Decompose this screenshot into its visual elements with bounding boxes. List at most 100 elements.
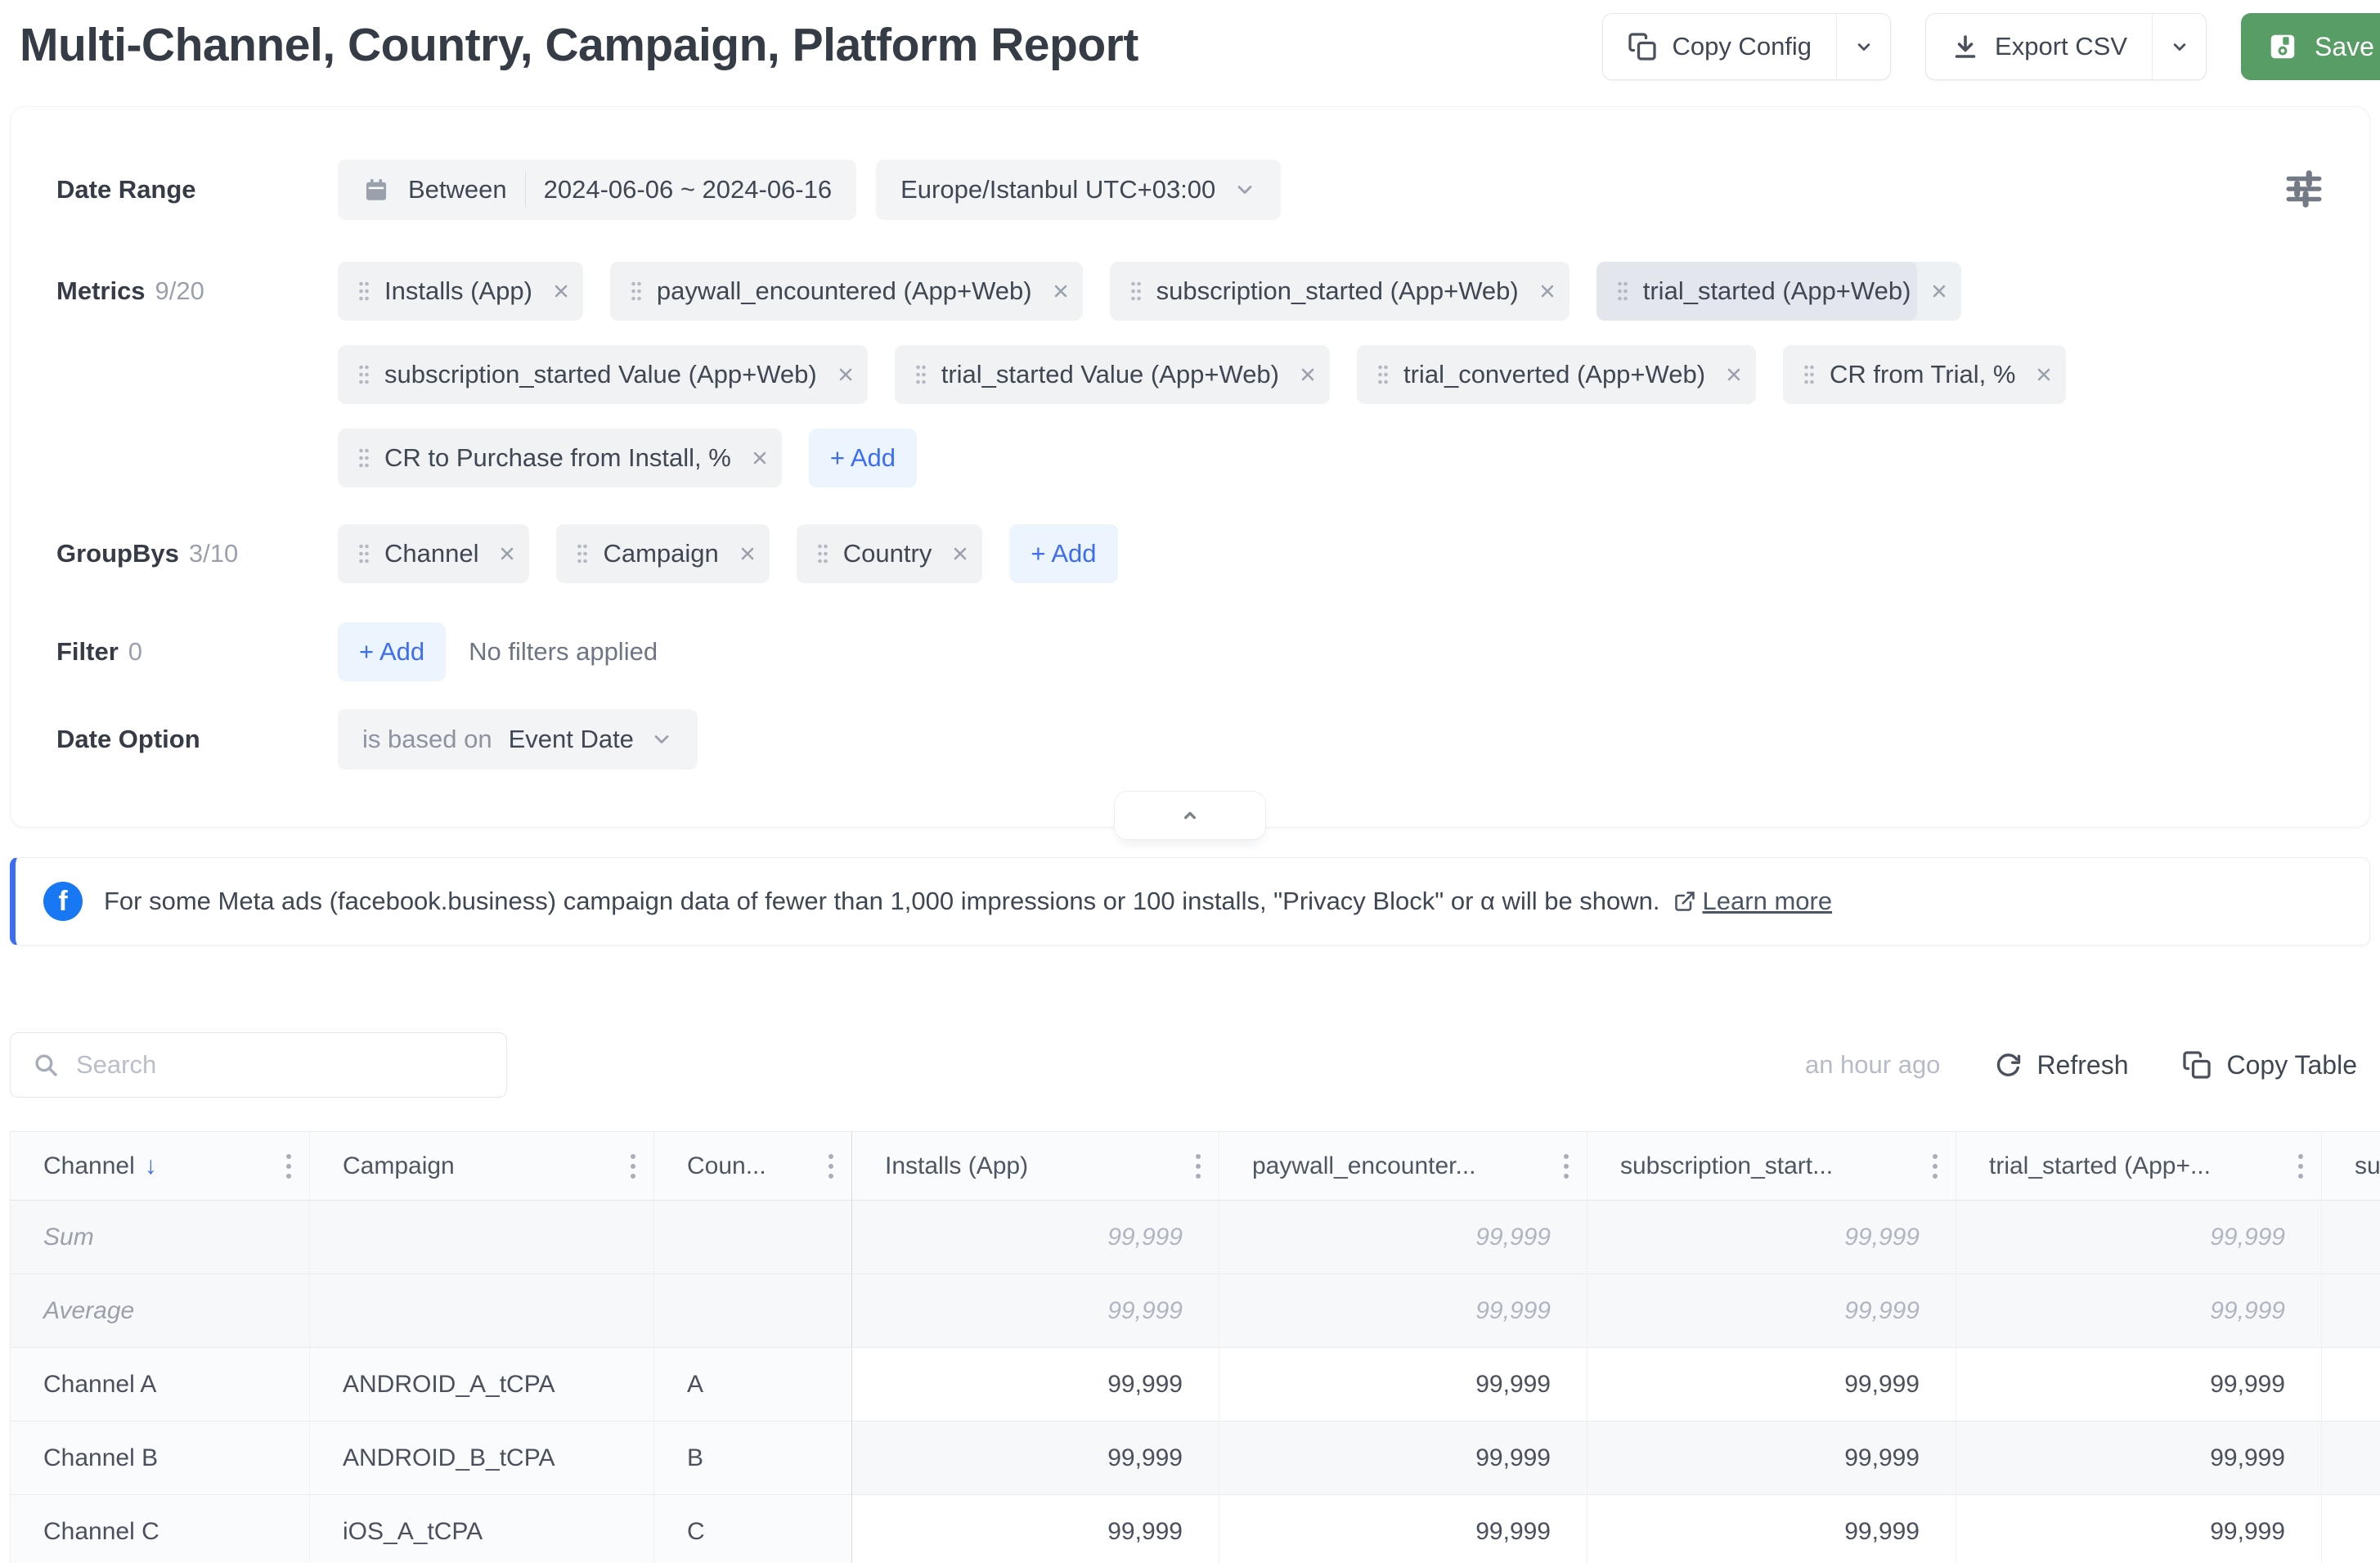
- column-header-channel[interactable]: Channel↓: [11, 1132, 310, 1201]
- groupby-add-button[interactable]: + Add: [1009, 524, 1117, 583]
- metrics-count: 9/20: [155, 276, 204, 305]
- drag-handle-icon[interactable]: [1803, 364, 1816, 385]
- metric-pill[interactable]: CR to Purchase from Install, %: [338, 429, 782, 487]
- metric-pill[interactable]: subscription_started Value (App+Web): [338, 345, 868, 404]
- cell-m3: 99,999: [1587, 1201, 1956, 1274]
- remove-icon[interactable]: [1917, 262, 1961, 321]
- drag-handle-icon[interactable]: [357, 447, 370, 469]
- remove-icon[interactable]: [485, 524, 529, 583]
- column-menu-icon[interactable]: [2297, 1152, 2305, 1181]
- table-toolbar: an hour ago Refresh Copy Table: [10, 1032, 2357, 1098]
- cell-m5: [2322, 1422, 2380, 1495]
- cell-channel: Sum: [11, 1201, 310, 1274]
- remove-icon[interactable]: [1712, 345, 1756, 404]
- column-menu-icon[interactable]: [1194, 1152, 1202, 1181]
- cell-country: B: [654, 1422, 852, 1495]
- metric-pill[interactable]: Installs (App): [338, 262, 583, 321]
- column-header-label: paywall_encounter...: [1252, 1152, 1476, 1180]
- remove-icon[interactable]: [2022, 345, 2066, 404]
- export-csv-button[interactable]: Export CSV: [1926, 14, 2152, 79]
- remove-icon[interactable]: [824, 345, 868, 404]
- groupby-pill-label: Country: [843, 539, 932, 568]
- column-header-campaign[interactable]: Campaign: [310, 1132, 654, 1201]
- copy-config-button[interactable]: Copy Config: [1603, 14, 1836, 79]
- chevron-down-icon: [2168, 35, 2191, 58]
- date-range-picker[interactable]: Between 2024-06-06 ~ 2024-06-16: [338, 159, 856, 220]
- cell-m1: 99,999: [852, 1274, 1219, 1348]
- column-menu-icon[interactable]: [1931, 1152, 1939, 1181]
- column-header-m2[interactable]: paywall_encounter...: [1219, 1132, 1587, 1201]
- save-button[interactable]: Save: [2241, 13, 2380, 80]
- drag-handle-icon[interactable]: [630, 281, 643, 302]
- filter-add-button[interactable]: + Add: [338, 622, 446, 681]
- chevron-down-icon: [1852, 35, 1875, 58]
- filter-label: Filter0: [56, 622, 142, 681]
- cell-m4: 99,999: [1956, 1495, 2322, 1563]
- date-option-label: Date Option: [56, 709, 200, 770]
- cell-m1: 99,999: [852, 1348, 1219, 1422]
- banner-text: For some Meta ads (facebook.business) ca…: [104, 887, 1660, 916]
- export-csv-dropdown[interactable]: [2152, 14, 2206, 79]
- toolbar-right: an hour ago Refresh Copy Table: [1805, 1032, 2357, 1098]
- cell-channel: Channel B: [11, 1422, 310, 1495]
- metric-pill[interactable]: trial_converted (App+Web): [1357, 345, 1756, 404]
- column-menu-icon[interactable]: [285, 1152, 293, 1181]
- timezone-value: Europe/Istanbul UTC+03:00: [900, 175, 1215, 204]
- cell-m3: 99,999: [1587, 1348, 1956, 1422]
- metric-pill[interactable]: CR from Trial, %: [1783, 345, 2066, 404]
- groupby-pill[interactable]: Campaign: [556, 524, 769, 583]
- groupby-pill[interactable]: Channel: [338, 524, 529, 583]
- metric-pill[interactable]: trial_started (App+Web): [1596, 262, 1962, 321]
- drag-handle-icon[interactable]: [816, 543, 829, 564]
- cell-channel: Channel C: [11, 1495, 310, 1563]
- remove-icon[interactable]: [725, 524, 770, 583]
- drag-handle-icon[interactable]: [914, 364, 927, 385]
- copy-config-split-button: Copy Config: [1602, 13, 1891, 80]
- metric-pill[interactable]: paywall_encountered (App+Web): [610, 262, 1083, 321]
- drag-handle-icon[interactable]: [576, 543, 589, 564]
- date-option-prefix: is based on: [362, 725, 492, 754]
- column-header-m5[interactable]: su: [2322, 1132, 2380, 1201]
- drag-handle-icon[interactable]: [357, 543, 370, 564]
- remove-icon[interactable]: [738, 429, 782, 487]
- column-menu-icon[interactable]: [629, 1152, 637, 1181]
- groupby-pill[interactable]: Country: [797, 524, 983, 583]
- view-settings-button[interactable]: [2281, 166, 2327, 212]
- remove-icon[interactable]: [539, 262, 583, 321]
- column-header-m4[interactable]: trial_started (App+...: [1956, 1132, 2322, 1201]
- cell-m2: 99,999: [1219, 1274, 1587, 1348]
- collapse-panel-button[interactable]: [1114, 791, 1266, 840]
- column-header-label: su: [2355, 1152, 2380, 1180]
- remove-icon[interactable]: [1525, 262, 1569, 321]
- remove-icon[interactable]: [1286, 345, 1330, 404]
- learn-more-link[interactable]: Learn more: [1673, 887, 1833, 916]
- column-menu-icon[interactable]: [1562, 1152, 1570, 1181]
- column-header-m3[interactable]: subscription_start...: [1587, 1132, 1956, 1201]
- column-header-m1[interactable]: Installs (App): [852, 1132, 1219, 1201]
- remove-icon[interactable]: [1039, 262, 1083, 321]
- timezone-select[interactable]: Europe/Istanbul UTC+03:00: [876, 159, 1281, 220]
- drag-handle-icon[interactable]: [1129, 281, 1143, 302]
- drag-handle-icon[interactable]: [1376, 364, 1390, 385]
- column-header-label: Coun...: [687, 1152, 766, 1180]
- date-option-select[interactable]: is based on Event Date: [338, 709, 698, 770]
- drag-handle-icon[interactable]: [1616, 281, 1629, 302]
- column-menu-icon[interactable]: [827, 1152, 835, 1181]
- drag-handle-icon[interactable]: [357, 281, 370, 302]
- export-csv-label: Export CSV: [1995, 32, 2127, 61]
- column-header-label: trial_started (App+...: [1989, 1152, 2211, 1180]
- date-mode-label: Between: [408, 175, 507, 204]
- filter-count: 0: [128, 637, 142, 666]
- drag-handle-icon[interactable]: [357, 364, 370, 385]
- search-input[interactable]: [76, 1050, 485, 1080]
- metric-pill[interactable]: trial_started Value (App+Web): [895, 345, 1330, 404]
- copy-table-button[interactable]: Copy Table: [2182, 1050, 2357, 1080]
- metric-pill-body: trial_converted (App+Web): [1357, 345, 1712, 404]
- metric-pill[interactable]: subscription_started (App+Web): [1110, 262, 1569, 321]
- copy-config-dropdown[interactable]: [1836, 14, 1890, 79]
- metric-add-button[interactable]: + Add: [809, 429, 917, 487]
- refresh-button[interactable]: Refresh: [1994, 1050, 2128, 1080]
- remove-icon[interactable]: [938, 524, 982, 583]
- metric-pill-body: CR to Purchase from Install, %: [338, 429, 738, 487]
- column-header-country[interactable]: Coun...: [654, 1132, 852, 1201]
